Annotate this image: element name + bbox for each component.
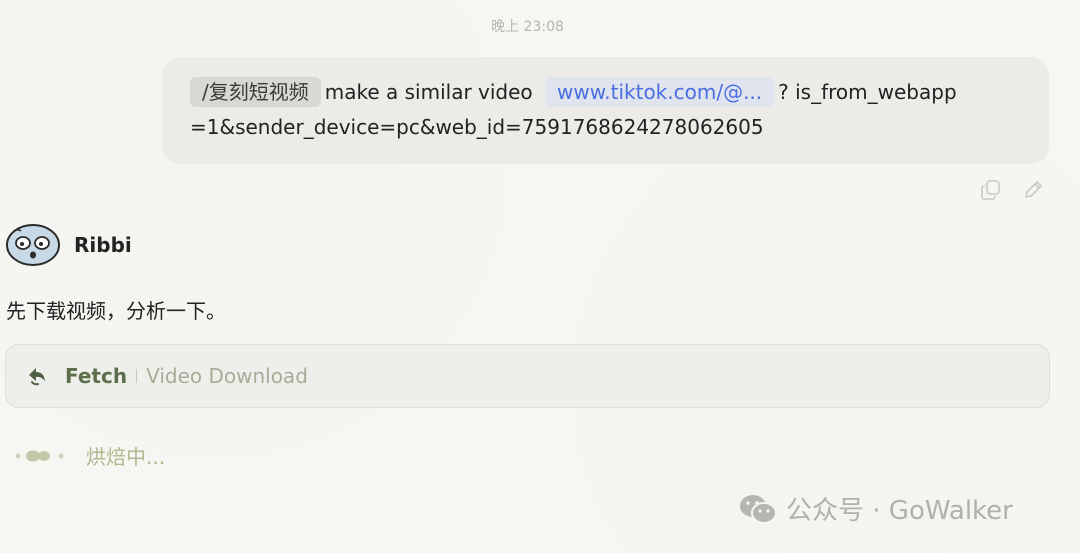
- user-message-text-after-link: ? is_from_webapp: [778, 80, 957, 104]
- message-actions: [980, 179, 1044, 201]
- ribbi-avatar[interactable]: [5, 222, 61, 268]
- bot-name: Ribbi: [74, 233, 132, 257]
- command-tag[interactable]: /复刻短视频: [190, 77, 321, 107]
- user-message-text: make a similar video: [324, 80, 533, 104]
- tool-call-card[interactable]: Fetch Video Download: [5, 344, 1050, 408]
- tool-description: Video Download: [146, 364, 308, 388]
- link-chip[interactable]: www.tiktok.com/@...: [545, 77, 775, 107]
- copy-icon[interactable]: [980, 179, 1002, 201]
- fetch-arrow-icon: [29, 368, 45, 386]
- watermark-label: 公众号 · GoWalker: [786, 496, 1013, 526]
- loading-dots-icon: [15, 450, 64, 461]
- pencil-icon[interactable]: [1022, 179, 1044, 201]
- bot-reply-text: 先下载视频，分析一下。: [6, 299, 226, 323]
- message-timestamp: 晚上 23:08: [491, 19, 564, 35]
- tool-name: Fetch: [65, 364, 128, 388]
- status-row: 烘焙中...: [14, 441, 165, 470]
- user-message-text-line2: =1&sender_device=pc&web_id=7591768624278…: [190, 115, 764, 139]
- user-message-bubble: /复刻短视频 make a similar video www.tiktok.co…: [162, 57, 1049, 164]
- wechat-icon: [740, 494, 777, 524]
- watermark: 公众号 · GoWalker: [738, 490, 1013, 527]
- tool-divider: [136, 369, 138, 383]
- chat-page: 晚上 23:08 /复刻短视频 make a similar video www.…: [0, 0, 1080, 553]
- bot-header: Ribbi: [5, 222, 132, 268]
- status-text: 烘焙中...: [86, 445, 166, 469]
